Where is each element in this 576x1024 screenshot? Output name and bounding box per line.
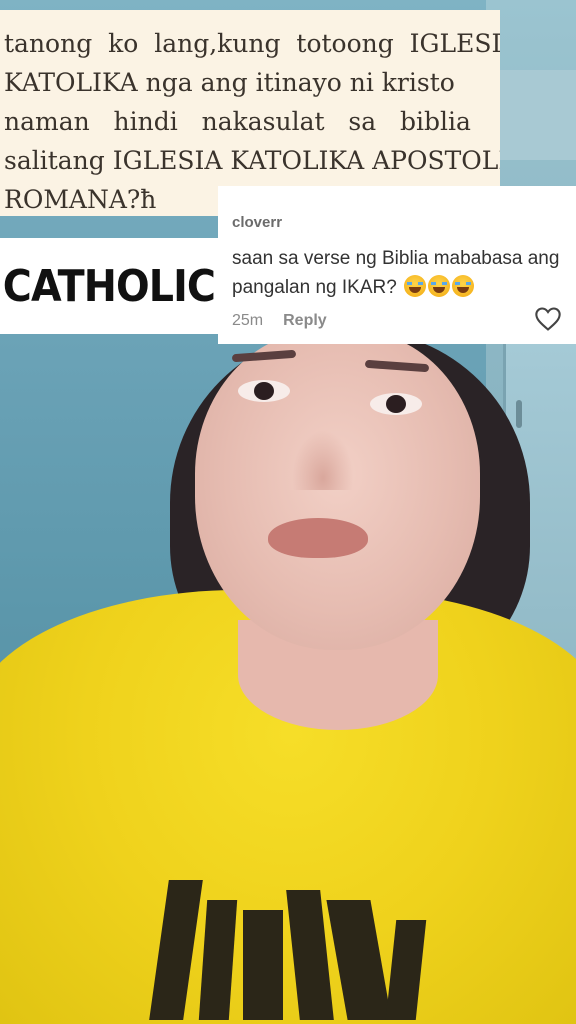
comment-time: 25m — [232, 312, 264, 329]
laughing-tears-emoji-icon — [428, 275, 451, 297]
comment-username[interactable]: cloverr — [232, 214, 282, 231]
door-handle — [516, 400, 522, 428]
article-line: salitang IGLESIA KATOLIKA APOSTOLIKA — [4, 146, 500, 175]
laughing-tears-emoji-icon — [452, 275, 475, 297]
lips — [268, 518, 368, 558]
article-line: tanong ko lang,kung totoong IGLESIA — [4, 29, 500, 58]
nose — [292, 430, 354, 490]
comment-meta: 25m Reply — [232, 312, 327, 330]
article-line: ROMANA?ħ — [4, 185, 157, 214]
right-eye — [370, 393, 422, 415]
comment-text-line: saan sa verse ng Biblia mababasa ang — [232, 248, 560, 269]
laughing-tears-emoji-icon — [404, 275, 427, 297]
person-face — [195, 330, 480, 650]
comment-text: saan sa verse ng Biblia mababasa ang pan… — [232, 244, 576, 302]
reply-button[interactable]: Reply — [283, 312, 327, 329]
article-line: KATOLIKA nga ang itinayo ni kristo — [4, 68, 455, 97]
comment-card: cloverr saan sa verse ng Biblia mababasa… — [218, 186, 576, 344]
heart-icon[interactable] — [534, 306, 562, 332]
left-eye — [238, 380, 290, 402]
comment-text-line: pangalan ng IKAR? — [232, 277, 397, 298]
article-line: naman hindi nakasulat sa biblia — [4, 107, 471, 136]
window — [496, 70, 576, 160]
catholic-label-text: CATHOLIC — [2, 260, 216, 312]
shirt-print — [100, 870, 480, 1020]
catholic-label: CATHOLIC — [0, 238, 218, 334]
